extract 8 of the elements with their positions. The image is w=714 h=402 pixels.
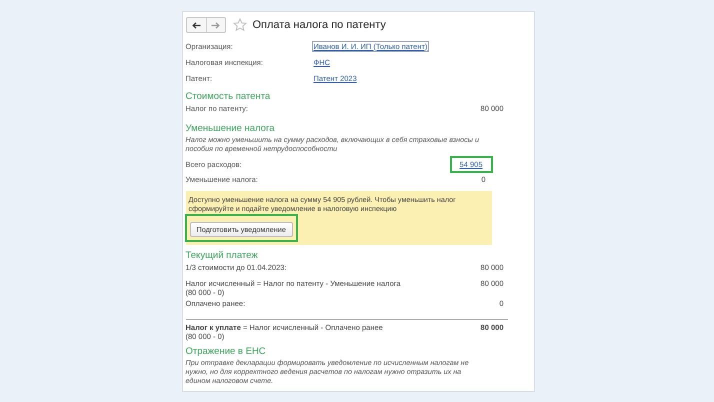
section-heading: Уменьшение налога (186, 123, 276, 134)
star-icon[interactable] (232, 18, 246, 32)
window-title: Оплата налога по патенту (252, 19, 386, 31)
forward-arrow-icon (211, 22, 220, 28)
section-heading: Текущий платеж (186, 250, 259, 261)
section-heading: Отражение в ЕНС (186, 346, 267, 357)
section-heading: Стоимость патента (186, 91, 272, 102)
back-arrow-icon (192, 22, 200, 28)
